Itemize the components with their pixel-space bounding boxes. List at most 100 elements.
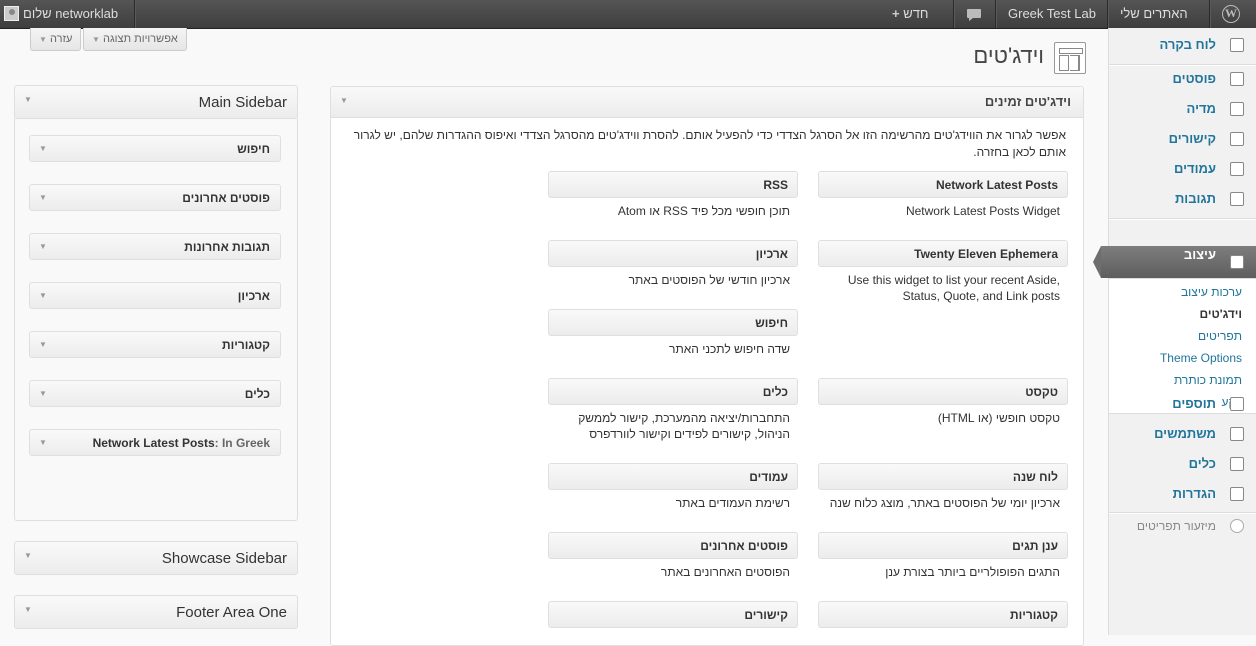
toggle-arrow-icon[interactable]: ▼	[340, 96, 348, 105]
widget-description: התחברות/יציאה מהמערכת, קישור לממשק הניהו…	[578, 411, 790, 441]
toggle-arrow-icon[interactable]: ▼	[24, 605, 32, 614]
main-sidebar-dropzone[interactable]	[14, 118, 298, 521]
widget-title: RSS	[763, 178, 788, 192]
sidebar-widget-recent-posts[interactable]: ▼ פוסטים אחרונים	[29, 184, 281, 211]
sidebar-widget-categories[interactable]: ▼ קטגוריות	[29, 331, 281, 358]
menu-item-plugins[interactable]: תוספים	[1109, 389, 1256, 419]
menu-item-comments[interactable]: תגובות	[1109, 184, 1256, 214]
widget-title: חיפוש	[755, 316, 788, 330]
sidebar-widget-title: פוסטים אחרונים	[182, 191, 270, 205]
sidebar-widget-title: חיפוש	[237, 142, 270, 156]
widget-description: תוכן חופשי מכל פיד RSS או Atom	[617, 204, 790, 218]
menu-item-media[interactable]: מדיה	[1109, 94, 1256, 124]
link-icon	[1230, 132, 1244, 146]
menu-item-posts[interactable]: פוסטים	[1109, 64, 1256, 94]
menu-item-links[interactable]: קישורים	[1109, 124, 1256, 154]
sidebar-widget-title: Network Latest Posts	[92, 436, 215, 450]
screen-options-tab[interactable]: ▼ אפשרויות תצוגה	[83, 28, 187, 51]
available-widgets-panel: ▼ וידג'טים זמינים	[330, 86, 1084, 646]
settings-icon	[1230, 487, 1244, 501]
widget-description: Network Latest Posts Widget	[905, 204, 1060, 218]
appearance-icon	[1230, 255, 1244, 269]
widget-archives[interactable]: ארכיון	[548, 240, 798, 267]
widget-description: טקסט חופשי (או HTML)	[937, 411, 1060, 425]
menu-label: הגדרות	[1172, 486, 1216, 501]
triangle-down-icon[interactable]: ▼	[39, 389, 47, 398]
sidebar-widget-meta[interactable]: ▼ כלים	[29, 380, 281, 407]
sidebar-widget-recent-comments[interactable]: ▼ תגובות אחרונות	[29, 233, 281, 260]
triangle-down-icon[interactable]: ▼	[39, 193, 47, 202]
widget-description: ארכיון חודשי של הפוסטים באתר	[628, 273, 790, 287]
widget-title: טקסט	[1025, 385, 1058, 399]
sidebar-widget-search[interactable]: ▼ חיפוש	[29, 135, 281, 162]
available-widgets-header[interactable]: ▼ וידג'טים זמינים	[331, 87, 1083, 118]
triangle-down-icon[interactable]: ▼	[39, 438, 47, 447]
footer-area-one-header[interactable]: ▼ Footer Area One	[14, 595, 298, 629]
widget-tag-cloud[interactable]: ענן תגים	[818, 532, 1068, 559]
wordpress-logo-icon[interactable]: W	[1222, 5, 1240, 23]
widget-search[interactable]: חיפוש	[548, 309, 798, 336]
submenu-item-widgets[interactable]: וידג'טים	[1199, 307, 1242, 321]
widget-calendar[interactable]: לוח שנה	[818, 463, 1068, 490]
showcase-sidebar-header[interactable]: ▼ Showcase Sidebar	[14, 541, 298, 575]
submenu-item-theme-options[interactable]: Theme Options	[1160, 351, 1242, 365]
triangle-down-icon[interactable]: ▼	[39, 291, 47, 300]
menu-label: פוסטים	[1172, 71, 1216, 86]
triangle-down-icon[interactable]: ▼	[39, 242, 47, 251]
toggle-arrow-icon[interactable]: ▼	[24, 551, 32, 560]
widget-categories[interactable]: קטגוריות	[818, 601, 1068, 628]
submenu-item-themes[interactable]: ערכות עיצוב	[1181, 285, 1242, 299]
my-sites-link[interactable]: האתרים שלי	[1120, 0, 1188, 28]
new-content-button[interactable]: + חדש	[892, 0, 928, 28]
triangle-down-icon[interactable]: ▼	[39, 340, 47, 349]
triangle-down-icon: ▼	[92, 35, 100, 44]
tools-icon	[1230, 457, 1244, 471]
menu-item-users[interactable]: משתמשים	[1109, 419, 1256, 449]
widget-links[interactable]: קישורים	[548, 601, 798, 628]
media-icon	[1230, 102, 1244, 116]
plus-icon: +	[892, 6, 900, 21]
sidebar-widget-title: קטגוריות	[222, 338, 270, 352]
widget-title: Twenty Eleven Ephemera	[914, 247, 1058, 261]
widget-description: רשימת העמודים באתר	[675, 496, 790, 510]
avatar[interactable]	[4, 6, 19, 21]
menu-item-dashboard[interactable]: לוח בקרה	[1109, 30, 1256, 60]
comments-icon[interactable]	[966, 0, 982, 28]
menu-label: כלים	[1188, 456, 1216, 471]
widget-description: Use this widget to list your recent Asid…	[847, 273, 1060, 303]
admin-menu: לוח בקרה פוסטים מדיה קישורים עמודים תגוב…	[1093, 28, 1256, 635]
sidebar-widget-archives[interactable]: ▼ ארכיון	[29, 282, 281, 309]
menu-label: תוספים	[1172, 396, 1216, 411]
sidebar-widget-subtitle: : In Greek	[214, 436, 270, 450]
widget-recent-posts[interactable]: פוסטים אחרונים	[548, 532, 798, 559]
site-name-link[interactable]: Greek Test Lab	[1008, 0, 1096, 28]
widget-rss[interactable]: RSS	[548, 171, 798, 198]
sidebar-widget-network-latest-posts[interactable]: ▼ Network Latest Posts: In Greek	[29, 429, 281, 456]
menu-label: מדיה	[1186, 101, 1216, 116]
menu-item-settings[interactable]: הגדרות	[1109, 479, 1256, 509]
menu-item-pages[interactable]: עמודים	[1109, 154, 1256, 184]
help-tab[interactable]: ▼ עזרה	[30, 28, 82, 51]
collapse-menu-button[interactable]: מיזעור תפריטים	[1109, 511, 1256, 541]
showcase-sidebar-title: Showcase Sidebar	[161, 550, 287, 567]
triangle-down-icon[interactable]: ▼	[39, 144, 47, 153]
widget-twenty-eleven-ephemera[interactable]: Twenty Eleven Ephemera	[818, 240, 1068, 267]
toggle-arrow-icon[interactable]: ▼	[24, 95, 32, 104]
available-widgets-title: וידג'טים זמינים	[984, 94, 1071, 109]
submenu-item-header-image[interactable]: תמונת כותרת	[1174, 373, 1242, 387]
menu-item-appearance[interactable]: עיצוב	[1093, 246, 1256, 278]
widget-pages[interactable]: עמודים	[548, 463, 798, 490]
submenu-item-menus[interactable]: תפריטים	[1198, 329, 1242, 343]
widget-title: Network Latest Posts	[935, 178, 1058, 192]
main-sidebar-header[interactable]: ▼ Main Sidebar	[14, 85, 298, 119]
widget-description: התגים הפופולריים ביותר בצורת ענן	[885, 565, 1060, 579]
widget-text[interactable]: טקסט	[818, 378, 1068, 405]
main-sidebar-title: Main Sidebar	[198, 94, 287, 111]
widget-description: שדה חיפוש לתכני האתר	[669, 342, 790, 356]
widget-title: לוח שנה	[1012, 470, 1058, 484]
menu-item-tools[interactable]: כלים	[1109, 449, 1256, 479]
widget-meta[interactable]: כלים	[548, 378, 798, 405]
widget-title: קישורים	[744, 608, 788, 622]
widget-network-latest-posts[interactable]: Network Latest Posts	[818, 171, 1068, 198]
howdy-user-link[interactable]: שלום networklab	[23, 0, 118, 28]
